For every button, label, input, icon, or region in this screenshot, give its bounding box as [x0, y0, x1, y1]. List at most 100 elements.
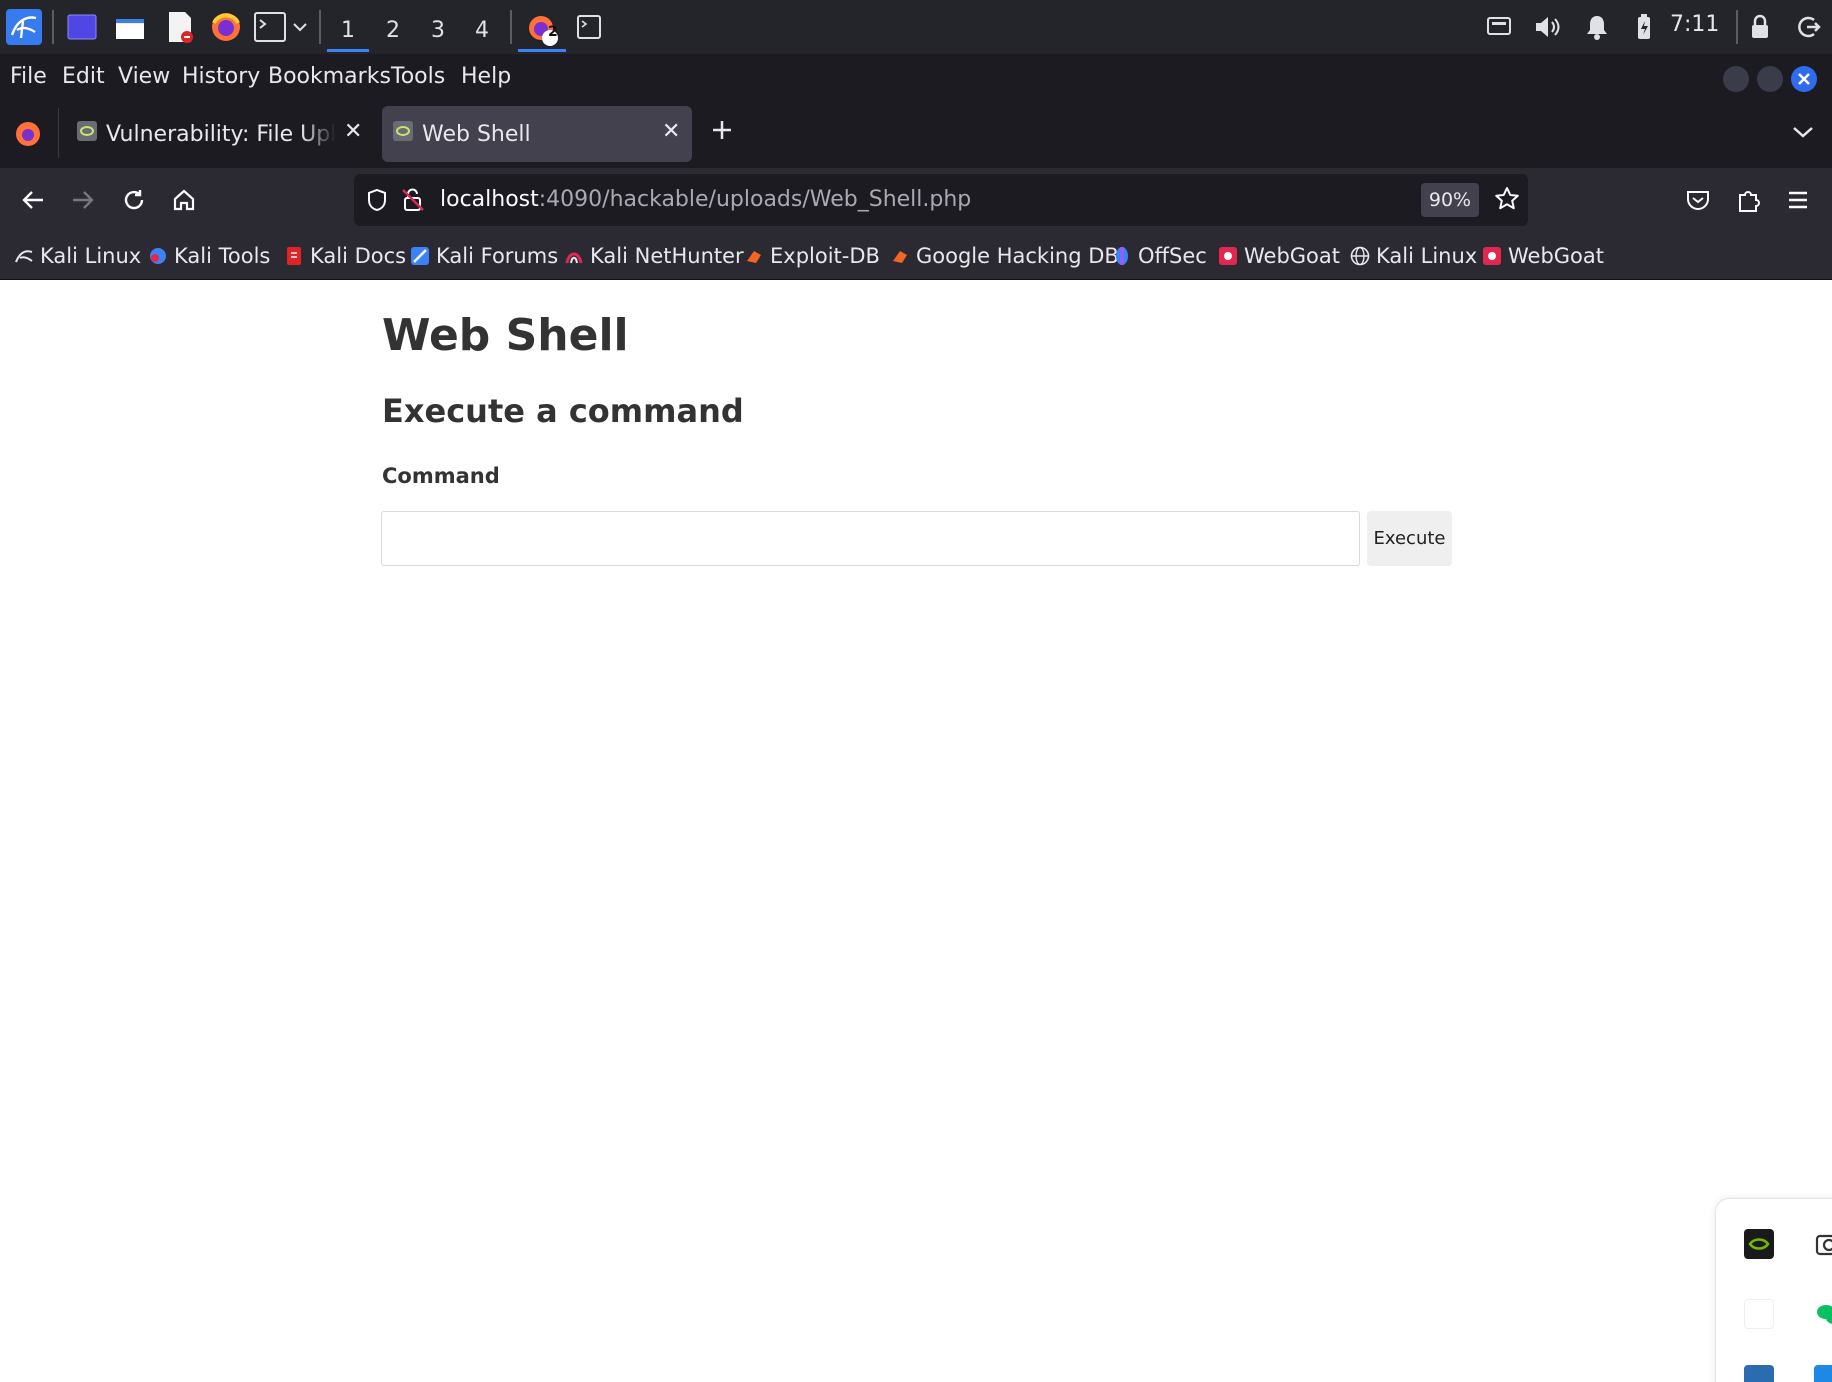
close-tab-icon[interactable]: ✕ [344, 119, 362, 144]
pocket-button[interactable] [1682, 184, 1714, 216]
taskbar: 1 2 3 4 2 7:11 [0, 0, 1832, 54]
bookmark-label: WebGoat [1244, 244, 1341, 268]
close-window-button[interactable] [1791, 66, 1817, 92]
bookmark-star-icon[interactable] [1494, 186, 1520, 216]
bookmark-google-hacking-db[interactable]: Google Hacking DB [890, 241, 1119, 271]
app-icon-blue-2[interactable] [1814, 1365, 1832, 1382]
workspace-4[interactable]: 4 [461, 8, 503, 52]
bookmark-exploit-db[interactable]: Exploit-DB [744, 241, 880, 271]
bookmark-label: Google Hacking DB [916, 244, 1119, 268]
kali-forums-icon [410, 246, 430, 266]
maximize-button[interactable] [1757, 66, 1783, 92]
url-bar[interactable]: localhost:4090/hackable/uploads/Web_Shel… [354, 174, 1528, 226]
new-tab-button[interactable] [710, 118, 734, 148]
reload-button[interactable] [118, 184, 150, 216]
tab-vulnerability-file-upload[interactable]: Vulnerability: File Upload ✕ [66, 106, 366, 162]
command-input[interactable] [381, 511, 1360, 566]
chevron-down-icon [1793, 127, 1813, 138]
tab-label: Vulnerability: File Upload [106, 121, 336, 147]
home-icon [173, 189, 195, 211]
nvidia-icon[interactable] [1744, 1229, 1774, 1259]
firefox-view-icon[interactable] [14, 120, 42, 152]
notifications-icon[interactable] [1582, 7, 1612, 47]
terminal-icon[interactable] [252, 7, 288, 47]
workspace-1[interactable]: 1 [327, 8, 369, 52]
tab-label: Web Shell [422, 121, 531, 147]
firefox-icon[interactable] [208, 7, 244, 47]
menubar: File Edit View History Bookmarks Tools H… [0, 54, 1832, 100]
home-button[interactable] [168, 184, 200, 216]
tab-bar: Vulnerability: File Upload ✕ Web Shell ✕ [0, 100, 1832, 168]
offsec-icon [1112, 246, 1132, 266]
logout-icon[interactable] [1794, 7, 1824, 47]
nethunter-icon [564, 246, 584, 266]
forward-button[interactable] [67, 184, 99, 216]
bookmark-kali-linux[interactable]: Kali Linux [14, 241, 141, 271]
bookmark-label: Exploit-DB [770, 244, 880, 268]
taskbar-firefox-window[interactable]: 2 [518, 8, 566, 52]
desktop-icon[interactable] [64, 7, 100, 47]
window-count-badge: 2 [548, 24, 558, 40]
menu-file[interactable]: File [10, 64, 47, 89]
camera-icon[interactable] [1814, 1229, 1832, 1259]
close-icon [1798, 73, 1810, 85]
ghdb-icon [890, 246, 910, 266]
bookmark-webgoat-2[interactable]: WebGoat [1482, 241, 1604, 271]
extensions-button[interactable] [1732, 184, 1764, 216]
zoom-reset-button[interactable]: 90% [1421, 183, 1479, 217]
display-icon[interactable] [1484, 7, 1514, 47]
close-tab-icon[interactable]: ✕ [662, 119, 680, 144]
menu-bookmarks[interactable]: Bookmarks [268, 64, 391, 89]
lock-screen-icon[interactable] [1746, 7, 1774, 47]
command-label: Command [382, 464, 500, 488]
webgoat-icon [1218, 246, 1238, 266]
app-icon-blue[interactable] [1744, 1365, 1774, 1382]
bookmark-label: Kali Linux [40, 244, 142, 268]
bookmark-kali-linux-2[interactable]: Kali Linux [1350, 241, 1477, 271]
app-menu-button[interactable] [1782, 184, 1814, 216]
list-all-tabs-button[interactable] [1792, 124, 1814, 143]
back-button[interactable] [17, 184, 49, 216]
execute-button[interactable]: Execute [1367, 511, 1452, 566]
kali-menu-icon[interactable] [4, 7, 44, 47]
clock[interactable]: 7:11 [1670, 12, 1719, 37]
workspace-3[interactable]: 3 [417, 8, 459, 52]
kali-dragon-icon [14, 246, 34, 266]
kali-tools-icon [148, 246, 168, 266]
bookmark-kali-docs[interactable]: Kali Docs [284, 241, 406, 271]
bookmark-offsec[interactable]: OffSec [1112, 241, 1207, 271]
volume-icon[interactable] [1532, 7, 1564, 47]
minimize-button[interactable] [1723, 66, 1749, 92]
navigation-toolbar: localhost:4090/hackable/uploads/Web_Shel… [0, 168, 1832, 232]
bookmark-kali-nethunter[interactable]: Kali NetHunter [564, 241, 744, 271]
globe-icon [1350, 246, 1370, 266]
battery-icon[interactable] [1630, 7, 1658, 47]
workspace-2[interactable]: 2 [372, 8, 414, 52]
text-editor-icon[interactable] [162, 7, 198, 47]
chevron-down-icon[interactable] [290, 7, 310, 47]
arrow-left-icon [22, 191, 43, 209]
webgoat-icon [1482, 246, 1502, 266]
bookmark-label: Kali Forums [436, 244, 559, 268]
bookmark-label: Kali NetHunter [590, 244, 744, 268]
menu-help[interactable]: Help [461, 64, 511, 89]
bookmark-label: Kali Docs [310, 244, 407, 268]
menu-view[interactable]: View [118, 64, 170, 89]
bookmark-kali-forums[interactable]: Kali Forums [410, 241, 558, 271]
file-manager-icon[interactable] [112, 7, 148, 47]
menu-edit[interactable]: Edit [62, 64, 105, 89]
bookmark-label: Kali Linux [1376, 244, 1478, 268]
bookmark-webgoat[interactable]: WebGoat [1218, 241, 1340, 271]
insecure-lock-icon[interactable] [402, 187, 424, 217]
blank-app-icon[interactable] [1744, 1299, 1774, 1329]
menu-history[interactable]: History [182, 64, 260, 89]
menu-tools[interactable]: Tools [391, 64, 445, 89]
terminal-window-icon[interactable] [574, 7, 604, 47]
floating-app-panel [1715, 1198, 1832, 1382]
shield-icon[interactable] [366, 188, 388, 216]
wechat-icon[interactable] [1814, 1299, 1832, 1329]
tab-web-shell[interactable]: Web Shell ✕ [382, 106, 692, 162]
url-text[interactable]: localhost:4090/hackable/uploads/Web_Shel… [440, 187, 971, 212]
bookmark-kali-tools[interactable]: Kali Tools [148, 241, 270, 271]
exploit-db-icon [744, 246, 764, 266]
